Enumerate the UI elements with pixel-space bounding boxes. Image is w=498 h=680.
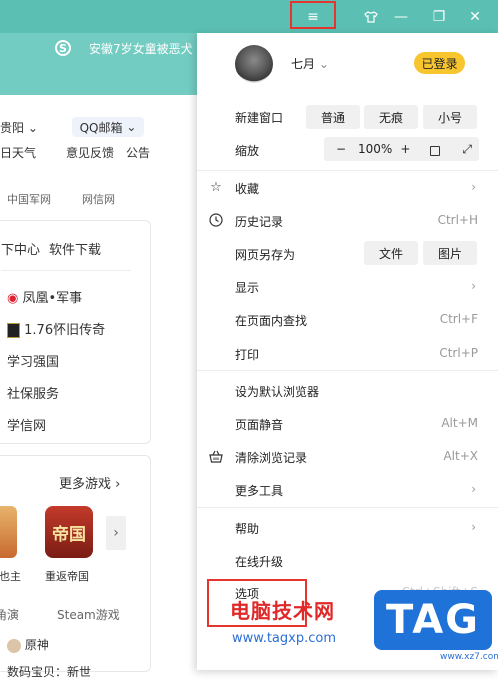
chevron-right-icon: › — [471, 180, 476, 194]
list-item[interactable]: 原神 — [7, 636, 49, 653]
zoom-value: 100% — [358, 142, 393, 156]
update-item[interactable]: 在线升级 — [235, 553, 283, 570]
menu-highlight-box — [290, 1, 336, 29]
game-thumbnail[interactable] — [0, 506, 17, 558]
watermark-site-name: 电脑技术网 — [230, 599, 335, 623]
new-window-small-button[interactable]: 小号 — [423, 105, 477, 129]
next-arrow[interactable]: › — [106, 516, 126, 550]
title-bar: ≡ — ❐ ✕ — [0, 0, 498, 33]
watermark-small-url: www.xz7.com — [440, 652, 498, 662]
mute-shortcut: Alt+M — [441, 416, 478, 430]
history-shortcut: Ctrl+H — [437, 213, 478, 227]
user-name[interactable]: 七月 ⌄ — [291, 55, 329, 72]
site-link[interactable]: 中国军网 — [7, 191, 51, 207]
feedback-link[interactable]: 意见反馈 — [66, 144, 114, 161]
news-ticker[interactable]: 安徽7岁女童被恶犬 — [89, 40, 193, 57]
watermark-tag-logo: TAG — [374, 590, 492, 650]
maximize-icon[interactable]: ❐ — [424, 0, 454, 33]
game-tab[interactable]: 角演 — [0, 606, 19, 623]
game-tab[interactable]: Steam游戏 — [57, 606, 120, 623]
save-as-image-button[interactable]: 图片 — [423, 241, 477, 265]
minimize-icon[interactable]: — — [386, 0, 416, 33]
site-link[interactable]: 网信网 — [82, 191, 115, 207]
avatar — [7, 638, 21, 653]
list-item[interactable]: 学信网 — [7, 415, 46, 434]
card-tab[interactable]: 下中心 — [1, 239, 40, 258]
card-tab[interactable]: 软件下载 — [49, 239, 101, 258]
qq-mail-button[interactable]: QQ邮箱 ⌄ — [72, 117, 144, 137]
game-title[interactable]: 重返帝国 — [45, 568, 89, 584]
new-window-incognito-button[interactable]: 无痕 — [364, 105, 418, 129]
help-item[interactable]: 帮助 — [235, 520, 259, 537]
new-window-label: 新建窗口 — [235, 111, 284, 125]
chevron-right-icon: › — [471, 520, 476, 534]
lock-icon[interactable] — [430, 146, 441, 156]
print-shortcut: Ctrl+P — [439, 346, 478, 360]
list-item[interactable]: 学习强国 — [7, 351, 59, 370]
weather-link[interactable]: 日天气 — [0, 144, 36, 161]
zoom-out-button[interactable]: − — [334, 142, 348, 156]
favorites-item[interactable]: 收藏 — [235, 180, 259, 197]
more-games-link[interactable]: 更多游戏 › — [59, 473, 120, 492]
clock-icon — [208, 212, 224, 228]
game-icon — [7, 323, 20, 338]
default-browser-item[interactable]: 设为默认浏览器 — [235, 383, 319, 400]
clear-history-item[interactable]: 清除浏览记录 — [235, 449, 307, 466]
history-item[interactable]: 历史记录 — [235, 213, 283, 230]
close-icon[interactable]: ✕ — [460, 0, 490, 33]
basket-icon — [208, 448, 224, 464]
chevron-right-icon: › — [471, 279, 476, 293]
games-card: 更多游戏 › 也主 帝国 重返帝国 › 角演 Steam游戏 原神 数码宝贝：新… — [0, 455, 151, 679]
divider — [197, 170, 498, 171]
more-tools-item[interactable]: 更多工具 — [235, 482, 283, 499]
save-as-label: 网页另存为 — [235, 248, 296, 262]
clear-history-shortcut: Alt+X — [443, 449, 478, 463]
watermark-url: www.tagxp.com — [232, 631, 336, 646]
show-item[interactable]: 显示 — [235, 279, 259, 296]
list-item[interactable]: 数码宝贝：新世 — [7, 663, 91, 680]
find-item[interactable]: 在页面内查找 — [235, 312, 307, 329]
fullscreen-icon[interactable]: ⤢ — [462, 142, 472, 157]
divider — [197, 370, 498, 371]
new-window-normal-button[interactable]: 普通 — [306, 105, 360, 129]
service-card: 下中心 软件下载 ◉ 凤凰•军事 1.76怀旧传奇 学习强国 社保服务 学信网 — [0, 220, 151, 444]
find-shortcut: Ctrl+F — [439, 312, 478, 326]
save-as-file-button[interactable]: 文件 — [364, 241, 418, 265]
mute-item[interactable]: 页面静音 — [235, 416, 283, 433]
chevron-right-icon: › — [471, 482, 476, 496]
zoom-in-button[interactable]: + — [400, 142, 410, 156]
tshirt-icon[interactable] — [356, 0, 386, 33]
zoom-label: 缩放 — [235, 144, 260, 158]
list-item[interactable]: 社保服务 — [7, 383, 59, 402]
divider — [1, 270, 131, 271]
city-selector[interactable]: 贵阳 ⌄ — [0, 119, 38, 136]
main-menu: 七月 ⌄ 已登录 新建窗口 普通 无痕 小号 缩放 − 100% + ⤢ ☆ 收… — [197, 33, 498, 670]
game-logo[interactable]: 帝国 — [45, 506, 93, 558]
avatar[interactable] — [235, 45, 273, 83]
phoenix-icon: ◉ — [7, 291, 19, 306]
search-engine-icon[interactable]: S — [55, 40, 71, 56]
star-icon: ☆ — [210, 179, 222, 195]
login-badge[interactable]: 已登录 — [414, 52, 465, 74]
print-item[interactable]: 打印 — [235, 346, 259, 363]
list-item[interactable]: ◉ 凤凰•军事 — [7, 287, 82, 306]
list-item[interactable]: 1.76怀旧传奇 — [7, 319, 105, 338]
zoom-control: − 100% + ⤢ — [324, 137, 479, 161]
game-title[interactable]: 也主 — [0, 568, 21, 584]
divider — [197, 507, 498, 508]
announce-link[interactable]: 公告 — [126, 144, 150, 161]
